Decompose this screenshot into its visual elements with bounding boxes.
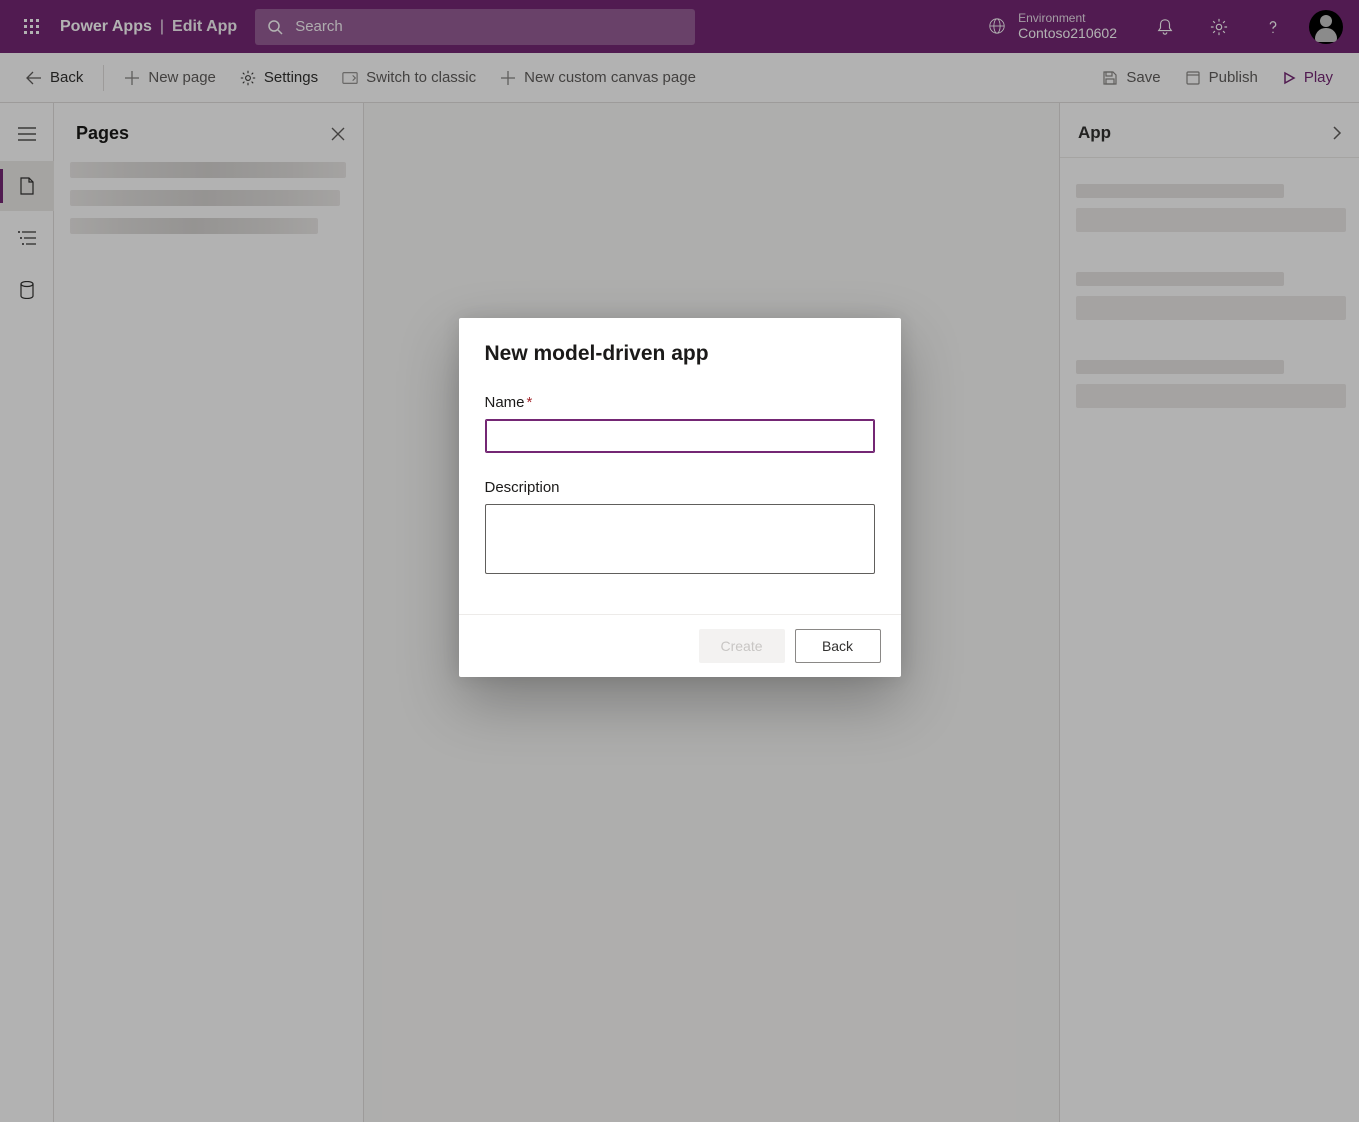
description-field-group: Description <box>485 479 875 574</box>
modal-title: New model-driven app <box>485 342 875 366</box>
description-label: Description <box>485 479 875 496</box>
name-input[interactable] <box>485 419 875 453</box>
new-app-modal: New model-driven app Name* Description C… <box>459 318 901 677</box>
name-label: Name* <box>485 394 875 411</box>
required-indicator: * <box>527 394 533 411</box>
name-field-group: Name* <box>485 394 875 453</box>
modal-back-button[interactable]: Back <box>795 629 881 663</box>
create-button[interactable]: Create <box>699 629 785 663</box>
description-input[interactable] <box>485 504 875 574</box>
modal-scrim: New model-driven app Name* Description C… <box>0 0 1359 1122</box>
